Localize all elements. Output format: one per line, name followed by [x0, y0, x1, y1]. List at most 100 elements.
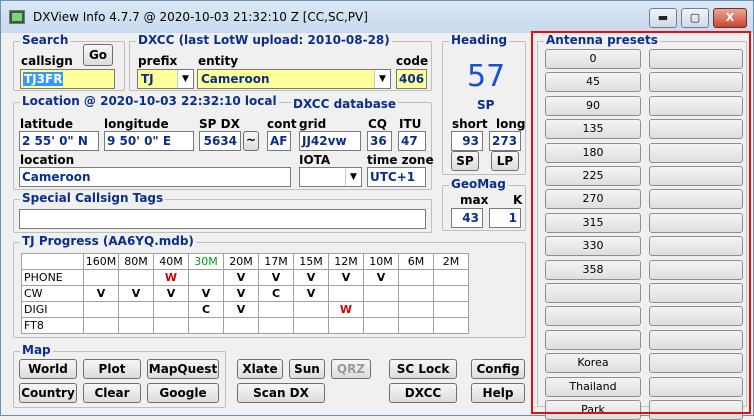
mapquest-button[interactable]: MapQuest — [147, 359, 219, 379]
heading-sp-label: SP — [477, 98, 495, 112]
table-corner — [21, 253, 84, 270]
spdx-label: SP DX — [199, 117, 240, 131]
progress-cell — [118, 269, 154, 286]
location-group-title: Location @ 2020-10-03 22:32:10 local — [20, 94, 279, 108]
window-title: DXView Info 4.7.7 @ 2020-10-03 21:32:10 … — [33, 10, 368, 24]
main-window: DXView Info 4.7.7 @ 2020-10-03 21:32:10 … — [0, 0, 754, 420]
app-icon — [9, 10, 25, 24]
callsign-input[interactable]: TJ3FR — [20, 69, 115, 89]
entity-label: entity — [198, 54, 239, 68]
band-header: 17M — [258, 253, 294, 270]
progress-cell — [433, 317, 469, 334]
world-button[interactable]: World — [19, 359, 77, 379]
progress-cell — [363, 301, 399, 318]
band-header: 2M — [433, 253, 469, 270]
go-button[interactable]: Go — [83, 44, 113, 66]
long-field: 273 — [489, 131, 521, 151]
country-button[interactable]: Country — [19, 383, 77, 403]
mode-label: CW — [21, 285, 84, 302]
qrz-button[interactable]: QRZ — [331, 359, 371, 379]
progress-cell: V — [223, 269, 259, 286]
progress-cell — [223, 317, 259, 334]
dxcc-group-title: DXCC (last LotW upload: 2010-08-28) — [136, 33, 392, 47]
help-button[interactable]: Help — [471, 383, 525, 403]
progress-cell: V — [258, 269, 294, 286]
minimize-button[interactable]: ▬ — [649, 8, 677, 28]
longitude-label: longitude — [104, 117, 169, 131]
xlate-button[interactable]: Xlate — [237, 359, 283, 379]
mode-label: FT8 — [21, 317, 84, 334]
callsign-value: TJ3FR — [23, 72, 64, 86]
heading-value: 57 — [467, 59, 506, 94]
grid-label: grid — [299, 117, 327, 131]
geomag-k-field: 1 — [489, 208, 521, 228]
progress-cell — [398, 317, 434, 334]
mode-label: DIGI — [21, 301, 84, 318]
chevron-down-icon: ▼ — [374, 70, 390, 88]
code-field: 406 — [396, 69, 427, 89]
location-field: Cameroon — [19, 167, 291, 187]
dxcc-button[interactable]: DXCC — [389, 383, 457, 403]
progress-cell — [433, 269, 469, 286]
progress-cell: W — [153, 269, 189, 286]
geomag-max-field: 43 — [451, 208, 483, 228]
band-header: 40M — [153, 253, 189, 270]
lp-button[interactable]: LP — [491, 151, 519, 171]
progress-cell — [328, 317, 364, 334]
progress-cell: V — [153, 285, 189, 302]
progress-cell — [153, 317, 189, 334]
location-label: location — [20, 153, 75, 167]
google-button[interactable]: Google — [147, 383, 219, 403]
chevron-down-icon: ▼ — [177, 70, 193, 88]
progress-cell: V — [83, 285, 119, 302]
scan-dx-button[interactable]: Scan DX — [237, 383, 325, 403]
maximize-button[interactable]: ▢ — [681, 8, 709, 28]
progress-cell — [293, 317, 329, 334]
tags-group-title: Special Callsign Tags — [20, 191, 166, 205]
progress-cell: V — [118, 285, 154, 302]
prefix-select[interactable]: TJ ▼ — [137, 69, 194, 89]
sun-button[interactable]: Sun — [289, 359, 325, 379]
latitude-label: latitude — [20, 117, 74, 131]
clear-button[interactable]: Clear — [83, 383, 141, 403]
progress-cell — [398, 269, 434, 286]
plot-button[interactable]: Plot — [83, 359, 141, 379]
band-header: 6M — [398, 253, 434, 270]
callsign-label: callsign — [21, 54, 73, 68]
highlight-frame — [531, 31, 751, 414]
close-button[interactable]: X — [713, 8, 747, 28]
config-button[interactable]: Config — [471, 359, 525, 379]
band-header: 160M — [83, 253, 119, 270]
entity-select[interactable]: Cameroon ▼ — [197, 69, 391, 89]
geomag-max-label: max — [460, 193, 489, 207]
progress-cell — [83, 269, 119, 286]
tags-field[interactable] — [19, 209, 426, 229]
longitude-field: 9 50' 0" E — [104, 131, 194, 151]
progress-cell — [188, 317, 224, 334]
sp-button[interactable]: SP — [451, 151, 479, 171]
mode-label: PHONE — [21, 269, 84, 286]
title-bar[interactable]: DXView Info 4.7.7 @ 2020-10-03 21:32:10 … — [1, 1, 753, 33]
progress-cell: C — [258, 285, 294, 302]
geomag-k-label: K — [513, 193, 523, 207]
band-header: 10M — [363, 253, 399, 270]
short-label: short — [452, 117, 488, 131]
progress-cell — [328, 285, 364, 302]
progress-cell: V — [328, 269, 364, 286]
progress-cell: V — [293, 285, 329, 302]
iota-select[interactable]: ▼ — [299, 167, 362, 187]
progress-cell — [118, 317, 154, 334]
progress-cell — [258, 301, 294, 318]
dxcc-database-label: DXCC database — [291, 97, 399, 111]
progress-cell — [433, 285, 469, 302]
progress-cell — [398, 285, 434, 302]
sc-lock-button[interactable]: SC Lock — [389, 359, 457, 379]
progress-cell: C — [188, 301, 224, 318]
progress-cell — [83, 317, 119, 334]
cont-label: cont — [267, 117, 297, 131]
tilde-button[interactable]: ~ — [243, 131, 259, 151]
latitude-field: 2 55' 0" N — [19, 131, 99, 151]
grid-field: JJ42vw — [299, 131, 361, 151]
cq-label: CQ — [368, 117, 388, 131]
progress-cell — [433, 301, 469, 318]
